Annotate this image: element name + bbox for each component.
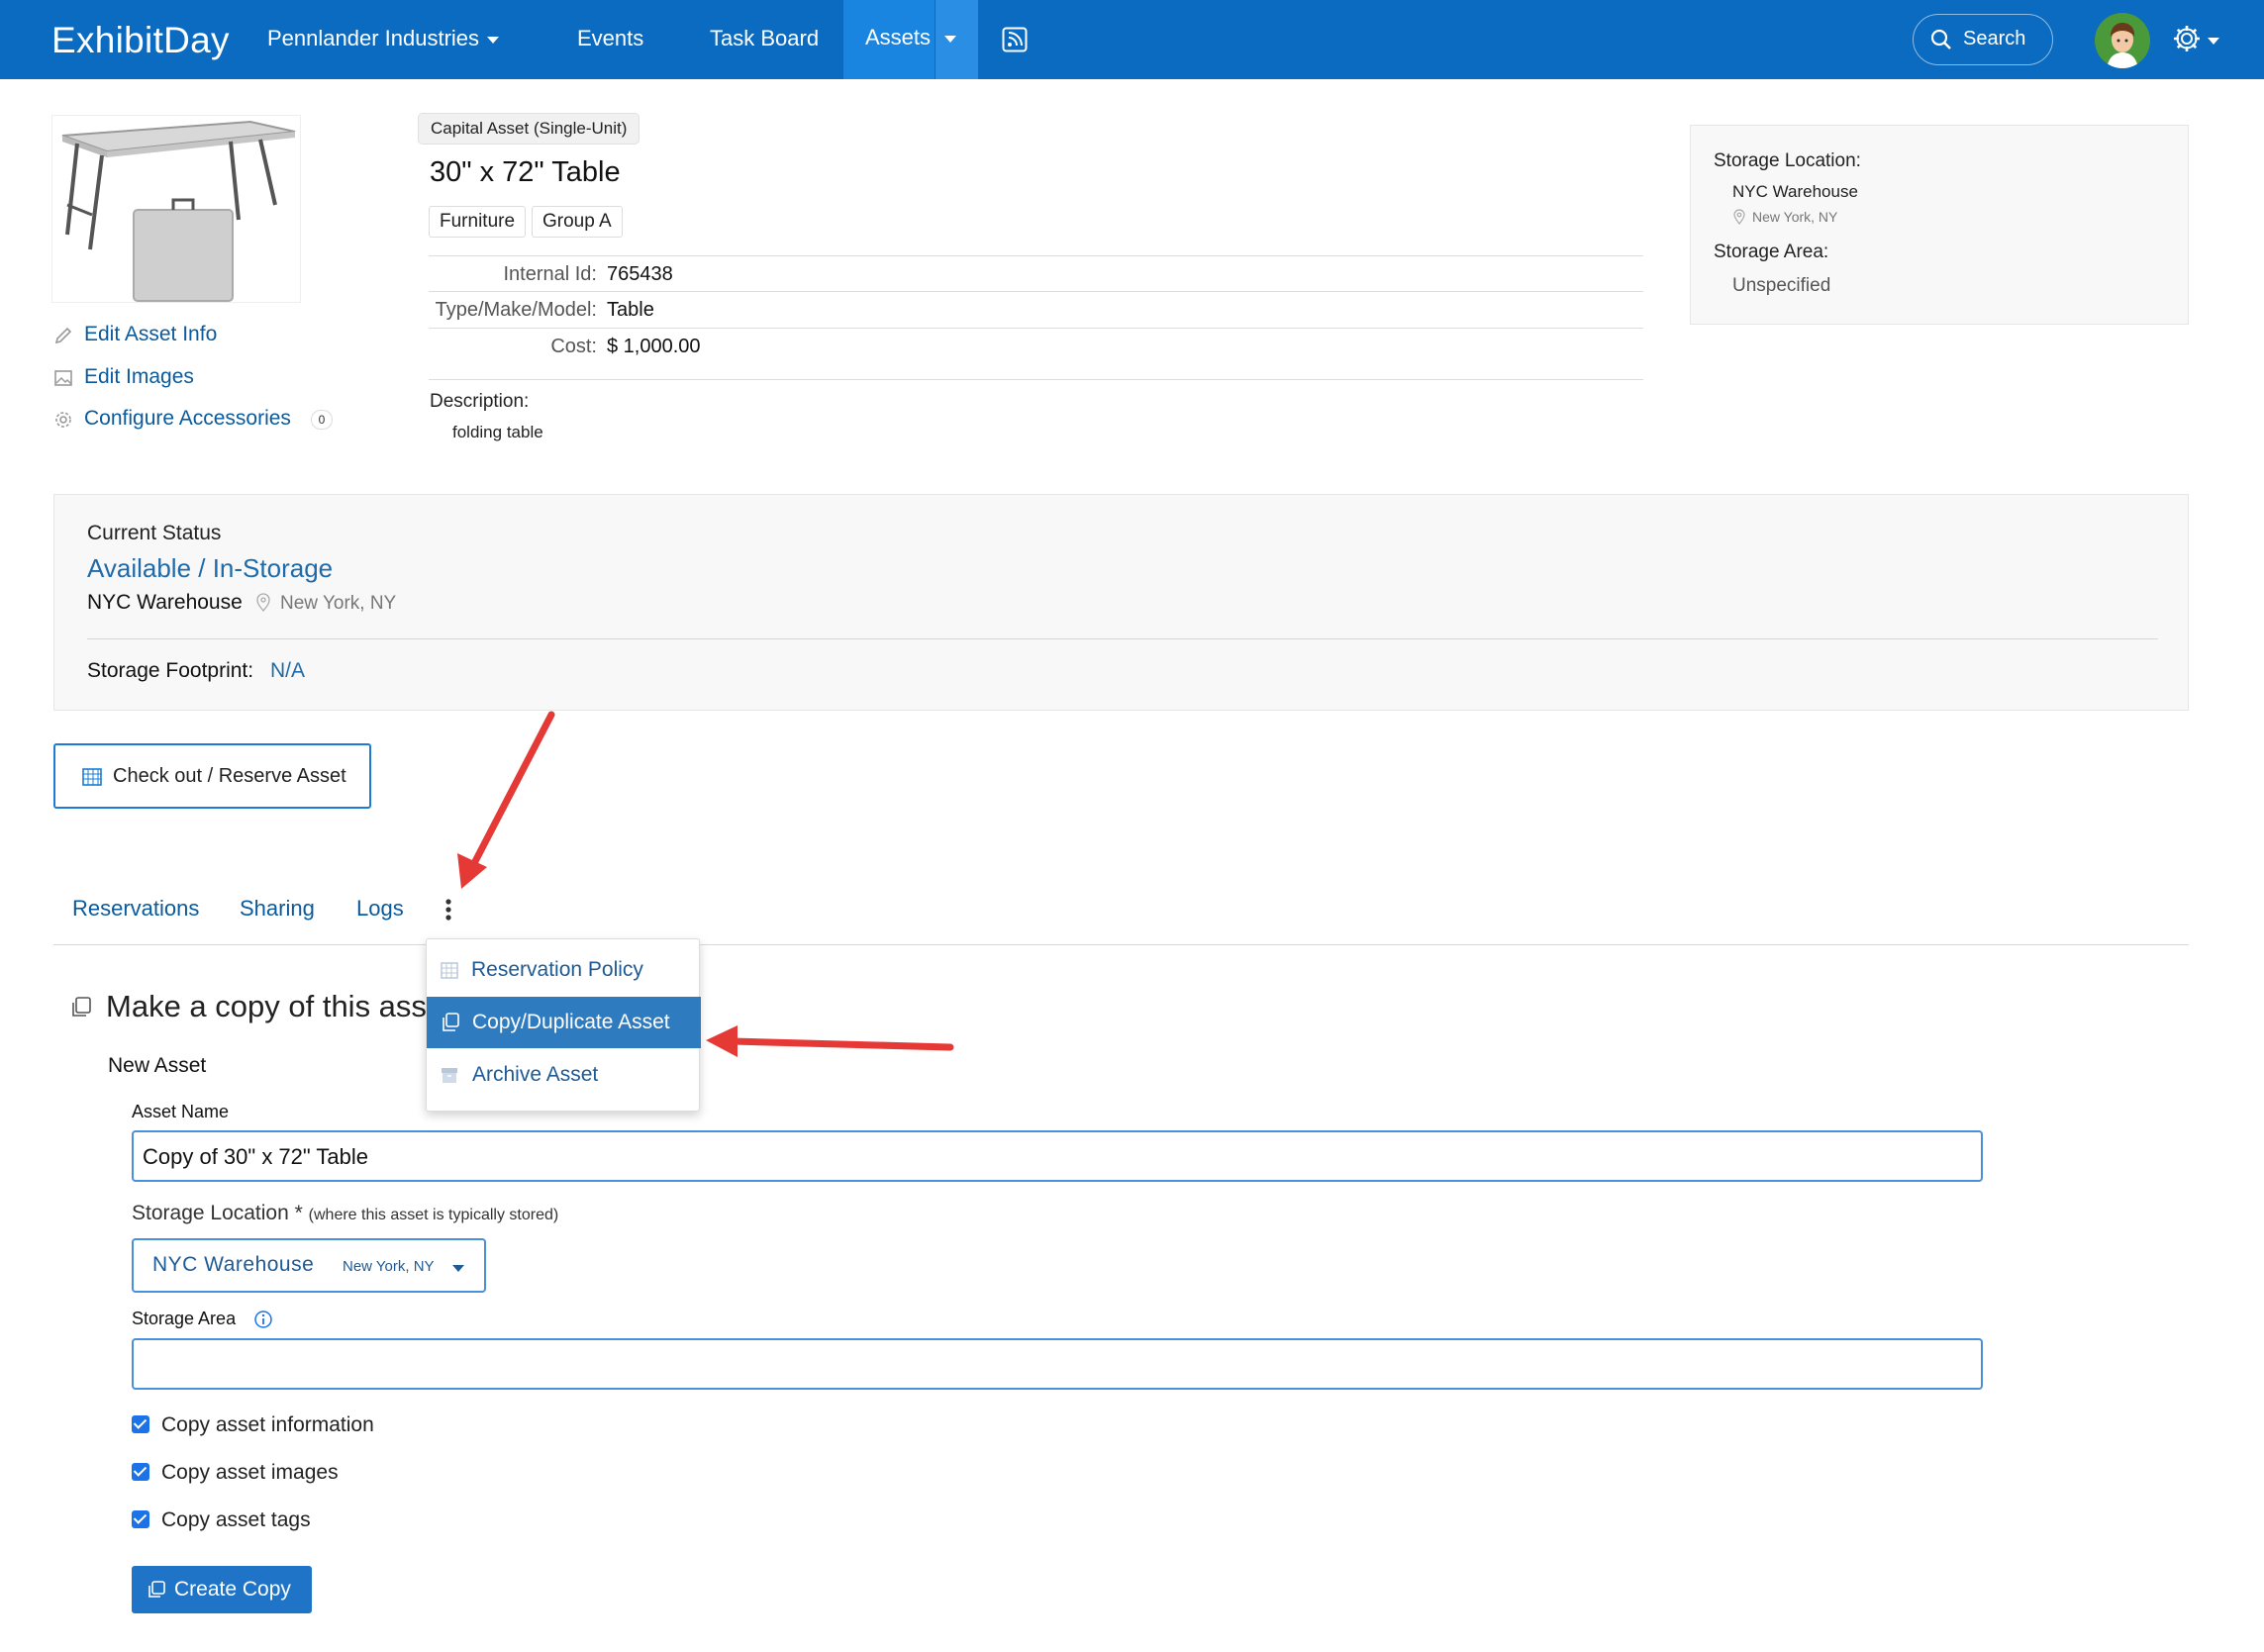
archive-icon: [442, 1068, 457, 1083]
more-actions-menu: Reservation Policy Copy/Duplicate Asset …: [426, 938, 701, 1112]
copy-tags-label: Copy asset tags: [161, 1508, 311, 1531]
storage-location-hint: (where this asset is typically stored): [308, 1207, 559, 1223]
menu-item-label: Archive Asset: [472, 1063, 599, 1086]
storage-area-field[interactable]: [132, 1338, 1983, 1390]
annotation-arrows: [457, 711, 954, 1057]
tabs-divider: [53, 944, 2189, 945]
copy-info-label: Copy asset information: [161, 1413, 374, 1436]
asset-name-field[interactable]: Copy of 30" x 72" Table: [132, 1130, 1983, 1182]
storage-location-selected: NYC Warehouse: [152, 1253, 315, 1276]
storage-location-label-text: Storage Location: [132, 1202, 289, 1224]
chevron-down-icon: [452, 1265, 464, 1272]
tab-logs[interactable]: Logs: [356, 896, 404, 922]
create-copy-button[interactable]: Create Copy: [132, 1566, 312, 1613]
annotation-arrow: [467, 711, 555, 873]
copy-form-heading: Make a copy of this asse: [106, 989, 444, 1023]
menu-item-reservation-policy[interactable]: Reservation Policy: [427, 944, 701, 996]
create-copy-label: Create Copy: [174, 1578, 291, 1601]
copy-icon: [148, 1581, 165, 1598]
info-icon[interactable]: [253, 1310, 273, 1329]
copy-info-checkbox[interactable]: [132, 1415, 149, 1433]
copy-tags-checkbox[interactable]: [132, 1510, 149, 1528]
copy-images-label: Copy asset images: [161, 1461, 339, 1484]
annotation-arrowhead: [706, 1025, 738, 1057]
storage-location-select[interactable]: NYC Warehouse New York, NY: [132, 1238, 486, 1293]
menu-item-label: Reservation Policy: [471, 958, 643, 981]
asset-name-value: Copy of 30" x 72" Table: [143, 1144, 369, 1169]
calendar-icon: [441, 962, 458, 979]
annotation-arrow: [729, 1037, 954, 1051]
copy-images-checkbox[interactable]: [132, 1463, 149, 1481]
storage-location-selected-city: New York, NY: [343, 1258, 435, 1275]
tab-sharing[interactable]: Sharing: [240, 896, 315, 922]
asset-name-label: Asset Name: [132, 1102, 230, 1121]
more-vertical-icon[interactable]: [442, 898, 455, 922]
copy-icon: [72, 997, 91, 1017]
menu-item-archive[interactable]: Archive Asset: [427, 1049, 701, 1101]
menu-item-label: Copy/Duplicate Asset: [472, 1011, 670, 1033]
copy-icon: [443, 1013, 459, 1031]
annotation-arrowhead: [457, 853, 487, 889]
copy-form-subheading: New Asset: [108, 1054, 207, 1077]
tab-reservations[interactable]: Reservations: [72, 896, 199, 922]
required-marker: *: [294, 1202, 303, 1224]
menu-item-copy-duplicate[interactable]: Copy/Duplicate Asset: [427, 997, 701, 1048]
storage-area-field-label: Storage Area: [132, 1309, 237, 1328]
storage-location-field-label: Storage Location * (where this asset is …: [132, 1202, 558, 1225]
